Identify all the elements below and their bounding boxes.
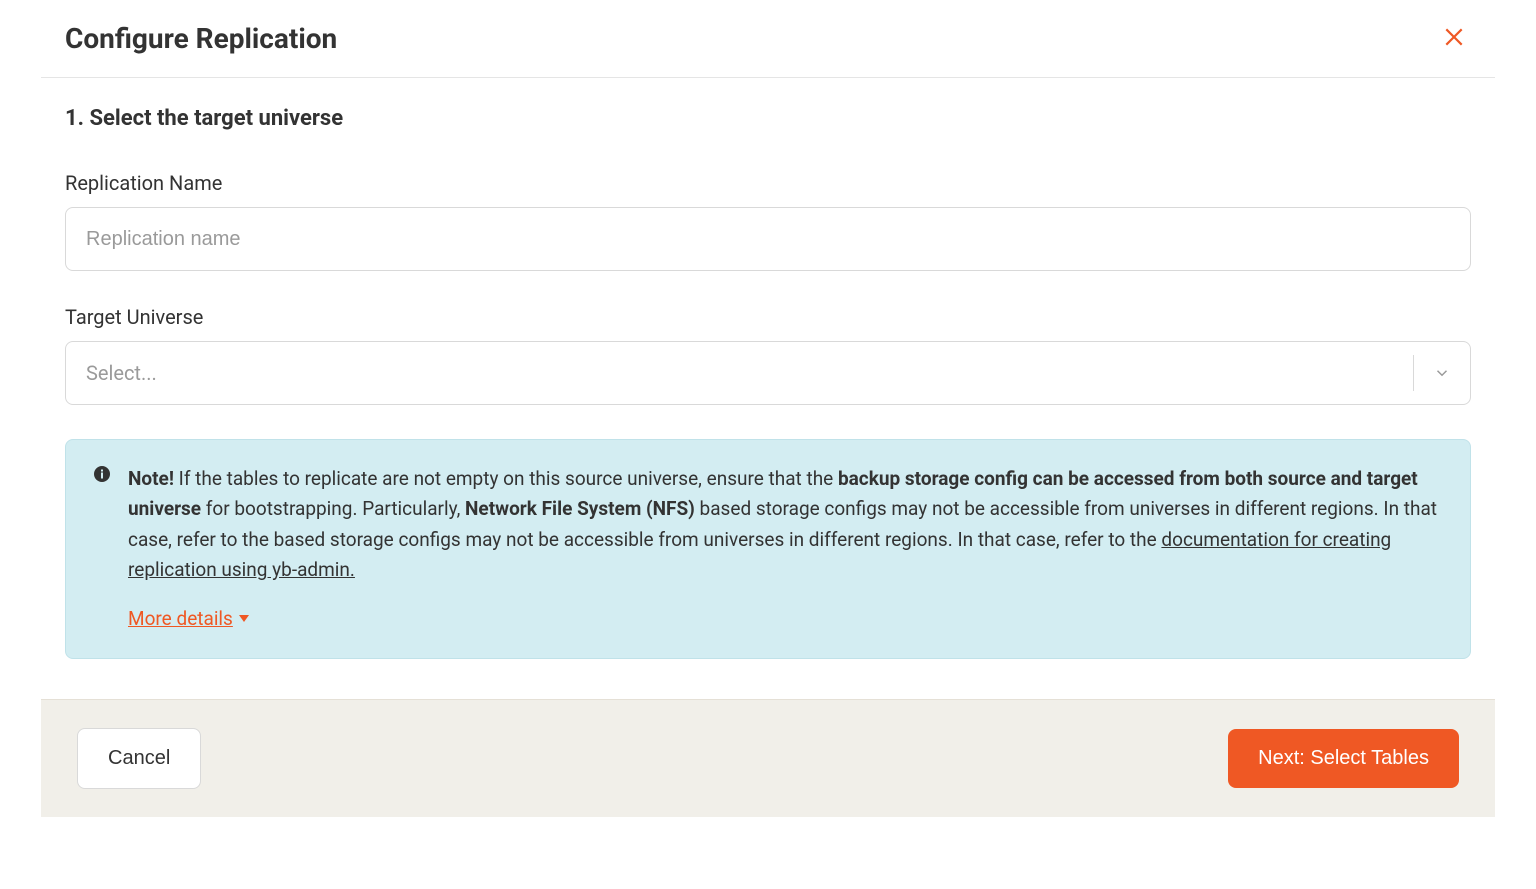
note-text: Note! If the tables to replicate are not… [128,464,1442,634]
info-note: Note! If the tables to replicate are not… [65,439,1471,659]
configure-replication-modal: Configure Replication 1. Select the targ… [41,0,1495,817]
note-part2: for bootstrapping. Particularly, [201,497,465,520]
cancel-button[interactable]: Cancel [77,728,201,789]
more-details-label: More details [128,604,233,634]
more-details-toggle[interactable]: More details [128,604,249,634]
replication-name-label: Replication Name [65,171,1471,195]
replication-name-input[interactable] [65,207,1471,271]
replication-name-field: Replication Name [65,171,1471,271]
target-universe-field: Target Universe Select... [65,305,1471,405]
close-icon [1441,38,1467,53]
note-part1: If the tables to replicate are not empty… [174,467,838,490]
note-prefix: Note! [128,467,174,490]
next-button[interactable]: Next: Select Tables [1228,729,1459,788]
caret-down-icon [239,615,249,622]
chevron-down-icon [1414,364,1470,382]
target-universe-select[interactable]: Select... [65,341,1471,405]
close-button[interactable] [1437,20,1471,57]
modal-header: Configure Replication [41,0,1495,78]
target-universe-label: Target Universe [65,305,1471,329]
info-icon [94,466,110,634]
target-universe-placeholder: Select... [66,361,1413,385]
modal-footer: Cancel Next: Select Tables [41,699,1495,817]
modal-title: Configure Replication [65,22,337,55]
step-heading: 1. Select the target universe [65,106,1471,131]
modal-body: 1. Select the target universe Replicatio… [41,78,1495,699]
note-bold2: Network File System (NFS) [465,497,695,520]
